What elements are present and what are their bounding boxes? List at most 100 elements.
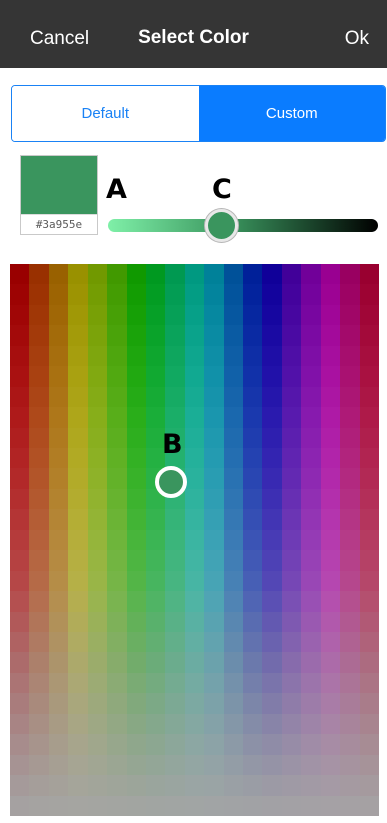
- palette-cell[interactable]: [145, 366, 166, 388]
- palette-cell[interactable]: [359, 795, 379, 816]
- palette-cell[interactable]: [281, 795, 302, 816]
- palette-cell[interactable]: [165, 611, 186, 633]
- palette-cell[interactable]: [145, 386, 166, 408]
- palette-cell[interactable]: [243, 509, 264, 531]
- palette-cell[interactable]: [301, 550, 322, 572]
- palette-cell[interactable]: [223, 488, 244, 510]
- palette-cell[interactable]: [48, 570, 69, 592]
- palette-cell[interactable]: [145, 407, 166, 429]
- palette-cell[interactable]: [262, 754, 283, 776]
- palette-cell[interactable]: [262, 468, 283, 490]
- palette-cell[interactable]: [48, 304, 69, 326]
- palette-cell[interactable]: [340, 264, 361, 286]
- palette-cell[interactable]: [29, 713, 50, 735]
- palette-cell[interactable]: [87, 529, 108, 551]
- palette-cell[interactable]: [243, 529, 264, 551]
- palette-cell[interactable]: [48, 632, 69, 654]
- palette-cell[interactable]: [165, 652, 186, 674]
- palette-cell[interactable]: [320, 775, 341, 797]
- palette-cell[interactable]: [301, 570, 322, 592]
- palette-cell[interactable]: [29, 550, 50, 572]
- palette-cell[interactable]: [68, 284, 89, 306]
- ring-picker-icon[interactable]: [155, 466, 187, 498]
- palette-cell[interactable]: [243, 693, 264, 715]
- palette-cell[interactable]: [262, 529, 283, 551]
- palette-cell[interactable]: [204, 509, 225, 531]
- palette-cell[interactable]: [223, 775, 244, 797]
- palette-cell[interactable]: [243, 386, 264, 408]
- palette-cell[interactable]: [320, 570, 341, 592]
- palette-cell[interactable]: [107, 591, 128, 613]
- palette-cell[interactable]: [320, 488, 341, 510]
- palette-cell[interactable]: [340, 775, 361, 797]
- palette-cell[interactable]: [87, 734, 108, 756]
- palette-cell[interactable]: [48, 775, 69, 797]
- palette-cell[interactable]: [301, 652, 322, 674]
- palette-cell[interactable]: [359, 448, 379, 470]
- circle-thumb-icon[interactable]: [205, 209, 238, 242]
- palette-cell[interactable]: [126, 488, 147, 510]
- palette-cell[interactable]: [165, 672, 186, 694]
- palette-cell[interactable]: [87, 611, 108, 633]
- palette-cell[interactable]: [262, 795, 283, 816]
- palette-cell[interactable]: [165, 632, 186, 654]
- palette-cell[interactable]: [107, 775, 128, 797]
- palette-cell[interactable]: [281, 488, 302, 510]
- palette-cell[interactable]: [107, 304, 128, 326]
- palette-cell[interactable]: [359, 284, 379, 306]
- palette-cell[interactable]: [68, 468, 89, 490]
- palette-cell[interactable]: [340, 570, 361, 592]
- palette-cell[interactable]: [301, 713, 322, 735]
- palette-cell[interactable]: [10, 407, 31, 429]
- palette-cell[interactable]: [204, 713, 225, 735]
- palette-cell[interactable]: [145, 611, 166, 633]
- palette-cell[interactable]: [320, 264, 341, 286]
- palette-cell[interactable]: [301, 386, 322, 408]
- palette-cell[interactable]: [48, 713, 69, 735]
- palette-cell[interactable]: [145, 264, 166, 286]
- palette-cell[interactable]: [48, 427, 69, 449]
- palette-cell[interactable]: [107, 468, 128, 490]
- palette-cell[interactable]: [301, 468, 322, 490]
- palette-cell[interactable]: [10, 529, 31, 551]
- palette-cell[interactable]: [204, 591, 225, 613]
- palette-cell[interactable]: [243, 345, 264, 367]
- palette-cell[interactable]: [107, 386, 128, 408]
- palette-cell[interactable]: [145, 325, 166, 347]
- palette-cell[interactable]: [29, 591, 50, 613]
- palette-cell[interactable]: [243, 550, 264, 572]
- palette-cell[interactable]: [340, 345, 361, 367]
- palette-cell[interactable]: [281, 304, 302, 326]
- palette-cell[interactable]: [29, 264, 50, 286]
- palette-cell[interactable]: [281, 611, 302, 633]
- palette-cell[interactable]: [145, 775, 166, 797]
- palette-cell[interactable]: [68, 304, 89, 326]
- palette-cell[interactable]: [320, 386, 341, 408]
- palette-cell[interactable]: [48, 672, 69, 694]
- palette-cell[interactable]: [320, 284, 341, 306]
- palette-cell[interactable]: [262, 570, 283, 592]
- palette-cell[interactable]: [301, 754, 322, 776]
- palette-cell[interactable]: [48, 284, 69, 306]
- palette-cell[interactable]: [145, 529, 166, 551]
- palette-cell[interactable]: [48, 611, 69, 633]
- palette-cell[interactable]: [340, 632, 361, 654]
- palette-cell[interactable]: [320, 795, 341, 816]
- palette-cell[interactable]: [29, 611, 50, 633]
- palette-cell[interactable]: [107, 754, 128, 776]
- palette-cell[interactable]: [204, 734, 225, 756]
- palette-cell[interactable]: [301, 264, 322, 286]
- palette-cell[interactable]: [126, 264, 147, 286]
- palette-cell[interactable]: [87, 632, 108, 654]
- palette-cell[interactable]: [165, 570, 186, 592]
- palette-cell[interactable]: [223, 448, 244, 470]
- palette-cell[interactable]: [184, 754, 205, 776]
- palette-cell[interactable]: [223, 632, 244, 654]
- palette-cell[interactable]: [281, 529, 302, 551]
- palette-cell[interactable]: [340, 550, 361, 572]
- palette-cell[interactable]: [243, 713, 264, 735]
- palette-cell[interactable]: [204, 366, 225, 388]
- palette-cell[interactable]: [320, 345, 341, 367]
- palette-cell[interactable]: [243, 284, 264, 306]
- palette-cell[interactable]: [10, 325, 31, 347]
